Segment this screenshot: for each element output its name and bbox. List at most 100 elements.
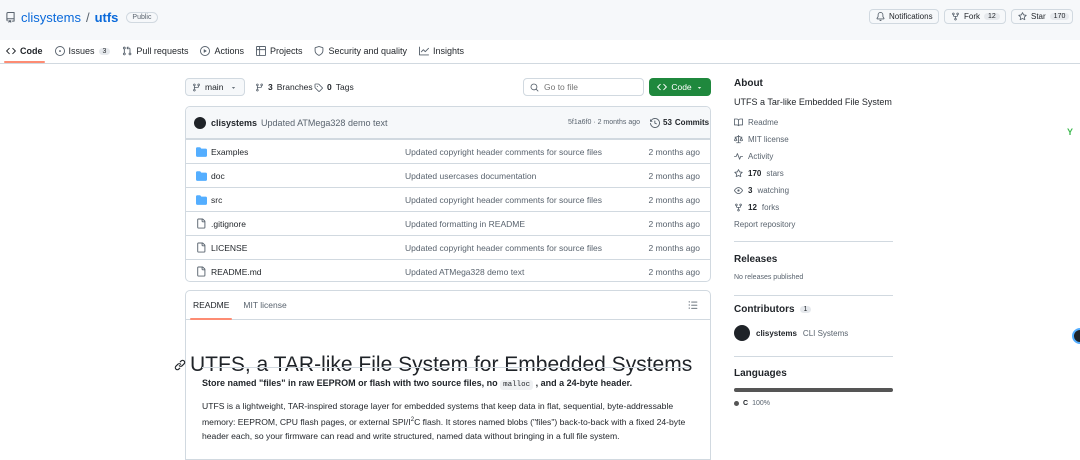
tags-label: Tags <box>335 82 354 92</box>
file-commit-message[interactable]: Updated usercases documentation <box>405 171 536 181</box>
forks-link[interactable]: 12 forks <box>734 199 894 216</box>
stars-label: stars <box>766 169 784 178</box>
commit-author-link[interactable]: clisystems <box>211 118 257 128</box>
file-commit-message[interactable]: Updated formatting in README <box>405 219 525 229</box>
visibility-badge: Public <box>126 12 158 23</box>
avatar[interactable] <box>194 116 206 129</box>
code-button[interactable]: Code <box>649 78 711 96</box>
tab-issues-label: Issues <box>68 46 95 56</box>
file-commit-time: 2 months ago <box>648 170 700 181</box>
list-unordered-icon[interactable] <box>688 300 698 310</box>
notifications-button[interactable]: Notifications <box>869 9 939 24</box>
repo-owner-link[interactable]: clisystems <box>21 10 81 25</box>
commits-label: Commits <box>674 118 710 127</box>
tab-actions[interactable]: Actions <box>194 39 250 63</box>
about-title: About <box>734 78 763 89</box>
extension-badge[interactable]: Y <box>1067 127 1073 137</box>
sidebar-divider <box>734 356 893 357</box>
branch-selector[interactable]: main <box>185 78 245 96</box>
folder-icon <box>196 170 207 181</box>
tab-readme[interactable]: README <box>186 291 236 320</box>
contributor-item[interactable]: clisystems CLI Systems <box>734 325 894 341</box>
languages-section: Languages C 100% <box>734 368 894 407</box>
tab-projects[interactable]: Projects <box>250 39 309 63</box>
repo-nav-tabs: Code Issues 3 Pull requests Actions Proj… <box>0 39 470 63</box>
sidebar-divider <box>734 295 893 296</box>
language-bar[interactable] <box>734 388 893 392</box>
pulse-icon <box>734 152 743 161</box>
branches-link[interactable]: 3 Branches <box>255 78 313 96</box>
report-repository-link[interactable]: Report repository <box>734 216 894 233</box>
file-icon <box>196 266 206 277</box>
language-item[interactable]: C 100% <box>734 400 894 407</box>
fork-label: Fork <box>964 12 980 21</box>
chevron-down-icon <box>230 84 237 91</box>
tab-issues[interactable]: Issues 3 <box>49 39 117 63</box>
file-commit-message[interactable]: Updated copyright header comments for so… <box>405 195 602 205</box>
stars-count: 170 <box>748 169 762 178</box>
file-name-link[interactable]: LICENSE <box>211 243 247 253</box>
tab-license[interactable]: MIT license <box>236 291 293 319</box>
file-commit-time: 2 months ago <box>648 242 700 253</box>
go-to-file[interactable] <box>523 78 644 96</box>
activity-link-label: Activity <box>748 152 774 161</box>
tab-actions-label: Actions <box>214 46 244 56</box>
commit-sha-time[interactable]: 5f1a6f0 · 2 months ago <box>568 119 640 126</box>
tab-security-label: Security and quality <box>328 46 408 56</box>
tab-security[interactable]: Security and quality <box>308 39 413 63</box>
commits-history-link[interactable]: 53 Commits <box>650 117 710 128</box>
contributors-title[interactable]: Contributors <box>734 304 795 315</box>
tab-code-label: Code <box>20 46 43 56</box>
notifications-label: Notifications <box>889 12 933 21</box>
repo-name-link[interactable]: utfs <box>95 10 119 25</box>
tab-pull-requests[interactable]: Pull requests <box>116 39 194 63</box>
play-icon <box>200 46 211 56</box>
repo-forked-icon <box>734 203 743 212</box>
shield-icon <box>314 46 324 56</box>
readme-tabs: README MIT license <box>186 291 710 320</box>
activity-link[interactable]: Activity <box>734 148 894 165</box>
file-name-link[interactable]: doc <box>211 171 225 181</box>
about-links: Readme MIT license Activity 170 stars 3 … <box>734 114 894 233</box>
file-name-link[interactable]: src <box>211 195 222 205</box>
star-button[interactable]: Star 170 <box>1011 9 1073 24</box>
file-row: LICENSE Updated copyright header comment… <box>186 235 710 259</box>
watching-count: 3 <box>748 186 753 195</box>
readme-link[interactable]: Readme <box>734 114 894 131</box>
file-commit-message[interactable]: Updated copyright header comments for so… <box>405 243 602 253</box>
language-percent: 100% <box>752 400 770 407</box>
link-icon[interactable] <box>174 359 186 371</box>
license-link[interactable]: MIT license <box>734 131 894 148</box>
watchers-link[interactable]: 3 watching <box>734 182 894 199</box>
file-row: README.md Updated ATMega328 demo text 2 … <box>186 259 710 281</box>
commit-message-link[interactable]: Updated ATMega328 demo text <box>261 118 387 128</box>
avatar[interactable] <box>1072 328 1080 344</box>
releases-title[interactable]: Releases <box>734 254 777 265</box>
file-row: src Updated copyright header comments fo… <box>186 187 710 211</box>
file-name-link[interactable]: README.md <box>211 267 262 277</box>
language-color-dot <box>734 401 739 406</box>
fork-count: 12 <box>984 13 1000 20</box>
contributor-login[interactable]: clisystems <box>756 329 797 338</box>
readme-link-label: Readme <box>748 118 779 127</box>
file-name-link[interactable]: Examples <box>211 147 248 157</box>
graph-icon <box>419 46 430 56</box>
stars-link[interactable]: 170 stars <box>734 165 894 182</box>
commits-count: 53 <box>663 118 672 127</box>
file-commit-message[interactable]: Updated ATMega328 demo text <box>405 267 524 277</box>
file-icon <box>196 242 206 253</box>
file-commit-time: 2 months ago <box>648 218 700 229</box>
file-name-link[interactable]: .gitignore <box>211 219 246 229</box>
tab-insights[interactable]: Insights <box>413 39 470 63</box>
issues-count: 3 <box>98 47 111 55</box>
languages-title: Languages <box>734 368 787 379</box>
tab-code[interactable]: Code <box>0 39 49 63</box>
fork-button[interactable]: Fork 12 <box>944 9 1006 24</box>
file-commit-message[interactable]: Updated copyright header comments for so… <box>405 147 602 157</box>
tags-link[interactable]: 0 Tags <box>314 78 354 96</box>
code-icon <box>657 82 668 92</box>
avatar[interactable] <box>734 325 750 341</box>
readme-lead: Store named "files" in raw EEPROM or fla… <box>202 378 632 390</box>
chevron-down-icon <box>696 84 703 91</box>
go-to-file-input[interactable] <box>544 82 634 92</box>
